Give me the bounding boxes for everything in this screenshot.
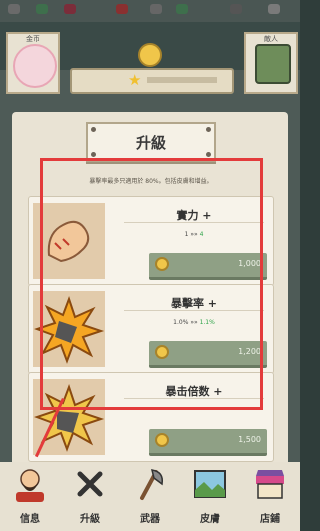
nav-upgrade-label: 升級 — [80, 514, 100, 525]
girl-avatar-icon — [13, 44, 57, 88]
enemy-icon — [255, 44, 291, 84]
nav-weapon-label: 武器 — [140, 514, 160, 525]
progress-hud: ★ — [70, 68, 234, 94]
panel-title: 升級 — [135, 134, 166, 152]
gem-strip — [0, 0, 300, 22]
highlight-box — [40, 158, 263, 410]
buy-crit-multiplier-button[interactable]: 1,500 — [149, 429, 267, 456]
progress-bar — [147, 77, 217, 83]
coin-icon — [155, 433, 169, 447]
nav-info[interactable]: 信息 — [0, 462, 60, 531]
crossed-x-icon — [72, 466, 108, 502]
landscape-picture-icon — [192, 466, 228, 502]
nav-upgrade[interactable]: 升級 — [60, 462, 120, 531]
center-coin-icon — [127, 40, 173, 68]
star-icon: ★ — [128, 71, 142, 89]
player-portrait[interactable]: 金币 — [6, 32, 60, 94]
bearded-warrior-icon — [12, 466, 48, 502]
bottom-nav: 信息 升級 武器 皮膚 店鋪 — [0, 462, 300, 531]
enemy-portrait-label: 敵人 — [264, 35, 278, 43]
price: 1,500 — [238, 435, 261, 444]
nav-shop[interactable]: 店鋪 — [240, 462, 300, 531]
axe-icon — [132, 466, 168, 502]
nav-skin[interactable]: 皮膚 — [180, 462, 240, 531]
nav-shop-label: 店鋪 — [260, 514, 280, 525]
nav-weapon[interactable]: 武器 — [120, 462, 180, 531]
nav-info-label: 信息 — [20, 514, 40, 525]
panel-title-plate: 升級 — [86, 122, 216, 162]
player-portrait-label: 金币 — [26, 35, 40, 43]
shop-awning-icon — [252, 466, 288, 502]
enemy-portrait[interactable]: 敵人 — [244, 32, 298, 94]
nav-skin-label: 皮膚 — [200, 514, 220, 525]
